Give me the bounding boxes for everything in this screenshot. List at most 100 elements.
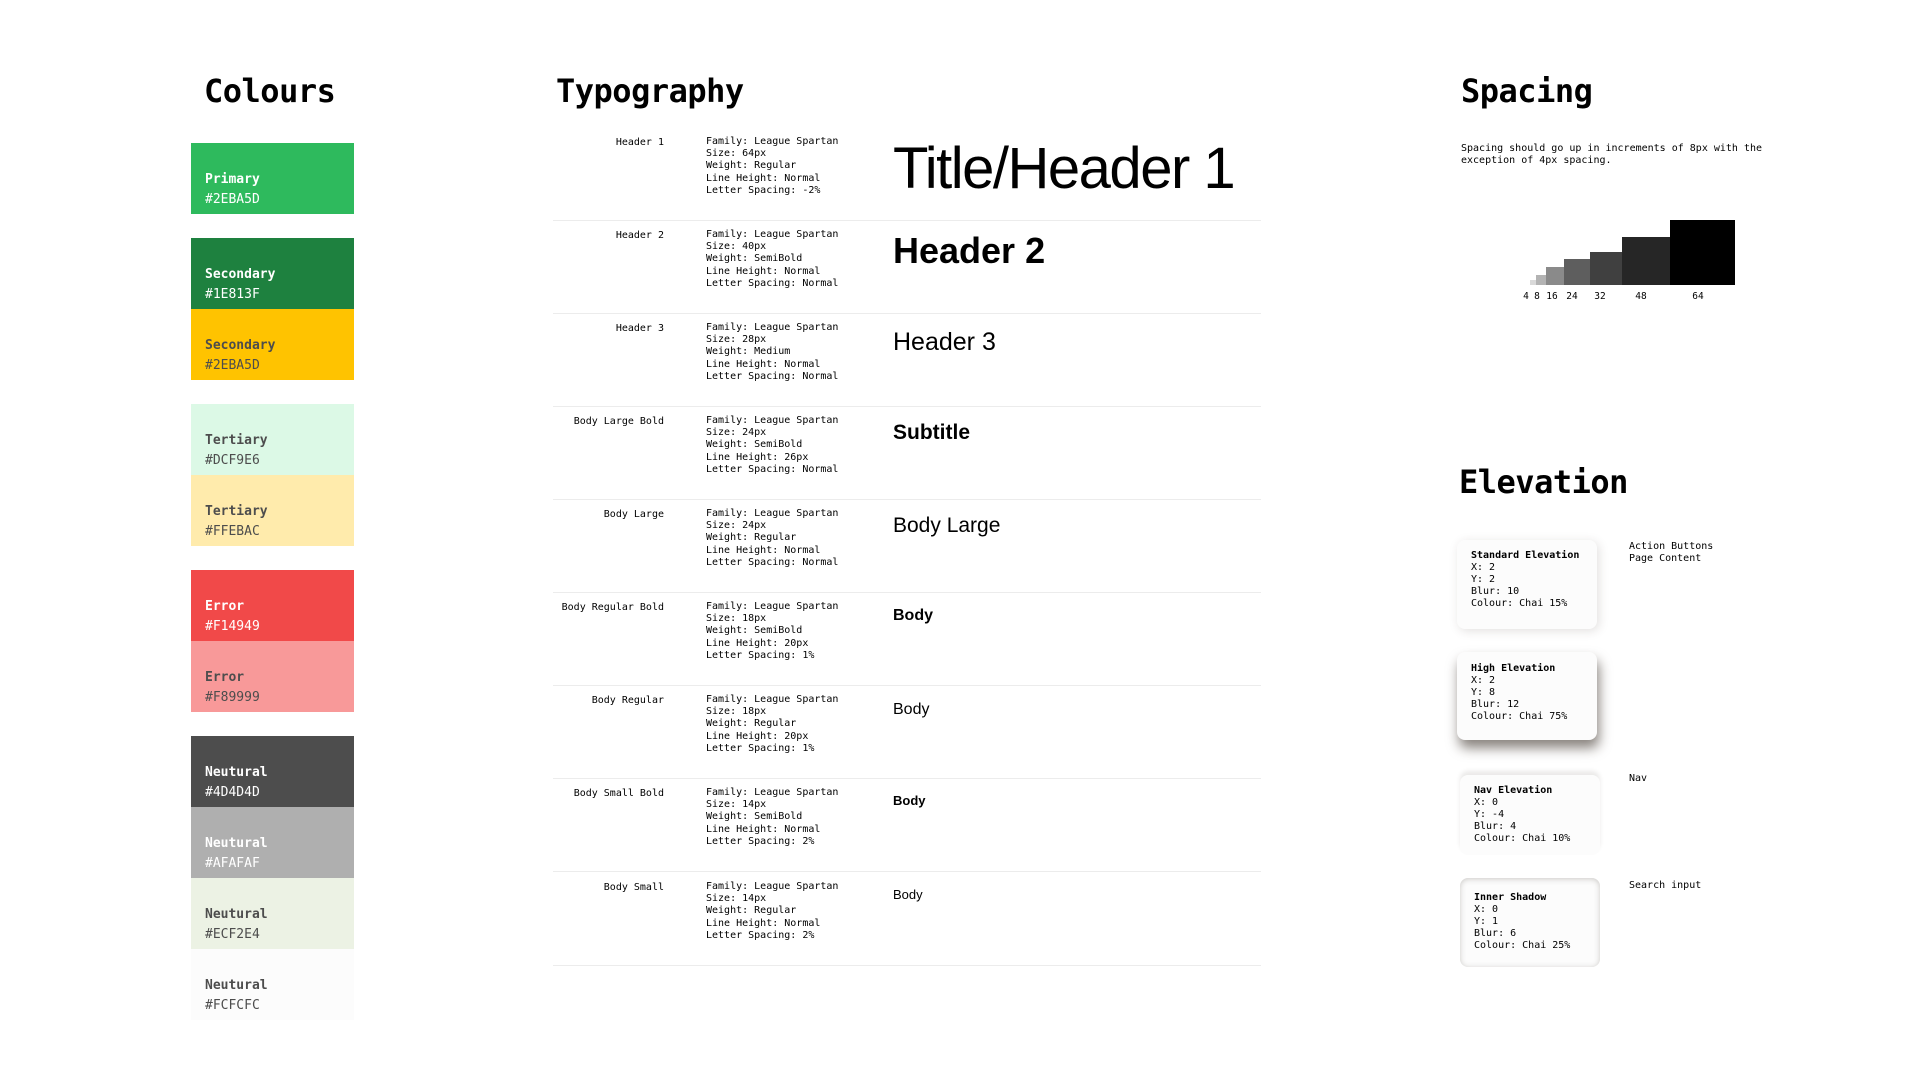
elevation-title: Elevation: [1459, 463, 1628, 501]
spec-letter-spacing: Letter Spacing: Normal: [706, 370, 839, 382]
elevation-blur: Blur: 6: [1474, 928, 1517, 939]
elevation-card-title: High Elevation: [1471, 663, 1556, 674]
swatch-name: Error: [205, 670, 245, 685]
spacing-label-8: 8: [1534, 291, 1540, 302]
elevation-y: Y: -4: [1474, 809, 1505, 820]
spec-family: Family: League Spartan: [706, 136, 839, 147]
spec-family: Family: League Spartan: [706, 415, 839, 426]
spec-weight: Weight: SemiBold: [706, 439, 803, 451]
spec-weight: Weight: Regular: [706, 718, 797, 730]
spacing-description: Spacing should go up in increments of 8p…: [1461, 143, 1763, 166]
typography-row-body-regular-bold: Body Regular Bold Family: League Spartan…: [553, 592, 1261, 686]
typography-sample: Body: [893, 887, 923, 902]
typography-row-header-3: Header 3 Family: League Spartan Size: 28…: [553, 313, 1261, 407]
swatch-hex: #2EBA5D: [205, 192, 260, 207]
typography-style-name: Body Small: [603, 882, 664, 893]
spacing-label-64: 64: [1692, 291, 1704, 302]
spec-letter-spacing: Letter Spacing: -2%: [706, 184, 821, 196]
spec-weight: Weight: Regular: [706, 905, 797, 917]
spec-size: Size: 18px: [706, 706, 767, 718]
spec-size: Size: 14px: [706, 799, 767, 811]
elevation-usage-note: Action Buttons: [1629, 541, 1714, 552]
spec-weight: Weight: SemiBold: [706, 811, 803, 823]
spec-weight: Weight: Regular: [706, 160, 797, 172]
swatch-hex: #FCFCFC: [205, 998, 260, 1013]
typography-spec: Family: League Spartan Size: 28px Weight…: [706, 322, 838, 383]
typography-sample: Body: [893, 793, 926, 808]
spec-letter-spacing: Letter Spacing: 1%: [706, 649, 815, 661]
spec-family: Family: League Spartan: [706, 601, 839, 612]
colour-swatch-neutral-white[interactable]: Neutural #FCFCFC: [191, 949, 354, 1020]
colour-swatch-error-light[interactable]: Error #F89999: [191, 641, 354, 712]
colour-swatch-secondary-yellow[interactable]: Secondary #2EBA5D: [191, 309, 354, 380]
spec-weight: Weight: Medium: [706, 346, 791, 358]
swatch-name: Neutural: [205, 907, 268, 922]
spec-line-height: Line Height: 20px: [706, 730, 809, 742]
spec-size: Size: 24px: [706, 427, 767, 439]
elevation-x: X: 2: [1471, 562, 1496, 573]
colour-swatch-secondary-dark[interactable]: Secondary #1E813F: [191, 238, 354, 309]
spec-letter-spacing: Letter Spacing: Normal: [706, 556, 839, 568]
elevation-card-title: Inner Shadow: [1474, 892, 1547, 903]
typography-style-name: Header 1: [615, 137, 664, 148]
swatch-name: Error: [205, 599, 245, 614]
typography-sample: Body: [893, 701, 930, 718]
typography-spec: Family: League Spartan Size: 18px Weight…: [706, 601, 838, 662]
elevation-y: Y: 1: [1474, 916, 1499, 927]
spec-letter-spacing: Letter Spacing: 2%: [706, 929, 815, 941]
colour-swatch-tertiary-green[interactable]: Tertiary #DCF9E6: [191, 404, 354, 475]
colour-swatch-neutral-grey[interactable]: Neutural #AFAFAF: [191, 807, 354, 878]
swatch-name: Neutural: [205, 765, 268, 780]
spacing-bar-24: [1564, 259, 1590, 285]
swatch-hex: #2EBA5D: [205, 358, 260, 373]
spacing-label-32: 32: [1594, 291, 1606, 302]
swatch-name: Primary: [205, 172, 260, 187]
colour-swatch-error[interactable]: Error #F14949: [191, 570, 354, 641]
colour-swatch-primary[interactable]: Primary #2EBA5D: [191, 143, 354, 214]
spacing-label-24: 24: [1566, 291, 1578, 302]
spec-line-height: Line Height: Normal: [706, 917, 821, 929]
swatch-hex: #1E813F: [205, 287, 260, 302]
swatch-hex: #ECF2E4: [205, 927, 260, 942]
spec-size: Size: 40px: [706, 241, 767, 253]
spacing-bar-48: [1622, 237, 1670, 285]
spacing-bar-16: [1546, 267, 1564, 285]
spacing-bar-32: [1590, 252, 1622, 285]
elevation-card-standard: Standard Elevation X: 2 Y: 2 Blur: 10 Co…: [1457, 540, 1597, 629]
typography-row-body-small-bold: Body Small Bold Family: League Spartan S…: [553, 778, 1261, 872]
typography-style-name: Header 2: [615, 230, 664, 241]
spec-letter-spacing: Letter Spacing: Normal: [706, 277, 839, 289]
swatch-name: Secondary: [205, 267, 276, 282]
swatch-name: Neutural: [205, 836, 268, 851]
spec-size: Size: 18px: [706, 613, 767, 625]
typography-sample: Title/Header 1: [893, 136, 1236, 201]
spacing-label-4: 4: [1523, 291, 1529, 302]
typography-sample: Body: [893, 607, 933, 624]
spec-weight: Weight: SemiBold: [706, 253, 803, 265]
spec-weight: Weight: Regular: [706, 532, 797, 544]
typography-title: Typography: [556, 72, 744, 110]
colour-swatch-neutral-light[interactable]: Neutural #ECF2E4: [191, 878, 354, 949]
spec-weight: Weight: SemiBold: [706, 625, 803, 637]
colours-title: Colours: [204, 72, 336, 110]
typography-sample: Body Large: [893, 514, 1001, 537]
spacing-bar-8: [1536, 275, 1546, 285]
typography-spec: Family: League Spartan Size: 24px Weight…: [706, 508, 838, 569]
spec-family: Family: League Spartan: [706, 787, 839, 798]
elevation-colour: Colour: Chai 10%: [1474, 833, 1571, 844]
elevation-x: X: 2: [1471, 675, 1496, 686]
colour-swatch-neutral-dark[interactable]: Neutural #4D4D4D: [191, 736, 354, 807]
spec-line-height: Line Height: Normal: [706, 823, 821, 835]
typography-style-name: Body Small Bold: [573, 788, 664, 799]
typography-row-header-2: Header 2 Family: League Spartan Size: 40…: [553, 220, 1261, 314]
spec-letter-spacing: Letter Spacing: 2%: [706, 835, 815, 847]
elevation-card-nav: Nav Elevation X: 0 Y: -4 Blur: 4 Colour:…: [1460, 775, 1600, 855]
elevation-usage-note: Nav: [1629, 773, 1648, 784]
swatch-name: Tertiary: [205, 504, 268, 519]
spec-line-height: Line Height: 20px: [706, 637, 809, 649]
elevation-blur: Blur: 12: [1471, 699, 1520, 710]
elevation-blur: Blur: 4: [1474, 821, 1517, 832]
elevation-card-title: Nav Elevation: [1474, 785, 1553, 796]
colour-swatch-tertiary-yellow[interactable]: Tertiary #FFEBAC: [191, 475, 354, 546]
typography-row-body-regular: Body Regular Family: League Spartan Size…: [553, 685, 1261, 779]
